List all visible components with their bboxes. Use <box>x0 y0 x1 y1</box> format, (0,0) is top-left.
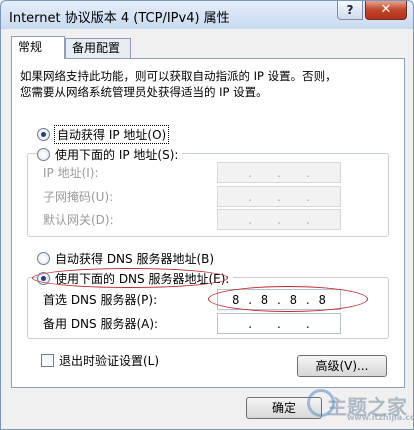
obtain-ip-auto-radio[interactable] <box>37 127 50 141</box>
alternate-dns-label: 备用 DNS 服务器(A): <box>43 317 159 331</box>
validate-on-exit-option[interactable]: 退出时验证设置(L) <box>41 352 159 369</box>
default-gateway-label: 默认网关(D): <box>43 213 114 227</box>
description-line-2: 您需要从网络系统管理员处获得适当的 IP 设置。 <box>20 85 268 99</box>
title-bar[interactable]: Internet 协议版本 4 (TCP/IPv4) 属性 ? ✕ <box>1 1 413 29</box>
obtain-dns-auto-option[interactable]: 自动获得 DNS 服务器地址(B) <box>37 249 214 267</box>
validate-on-exit-checkbox[interactable] <box>41 354 54 367</box>
validate-on-exit-label: 退出时验证设置(L) <box>59 354 160 368</box>
advanced-button[interactable]: 高级(V)... <box>297 355 387 377</box>
site-watermark: 主题之家 www.itzhijia.com <box>307 383 414 427</box>
obtain-dns-auto-label: 自动获得 DNS 服务器地址(B) <box>55 251 215 266</box>
red-annotation-ellipse-dns-option <box>32 268 228 288</box>
alternate-dns-input[interactable]: . . . <box>217 313 341 334</box>
red-annotation-ellipse-preferred-dns <box>208 286 368 312</box>
obtain-dns-auto-radio[interactable] <box>37 251 50 265</box>
description-line-1: 如果网络支持此功能，则可以获取自动指派的 IP 设置。否则， <box>20 69 337 83</box>
subnet-mask-label: 子网掩码(U): <box>43 190 114 204</box>
description-text: 如果网络支持此功能，则可以获取自动指派的 IP 设置。否则， 您需要从网络系统管… <box>20 68 380 100</box>
help-button[interactable]: ? <box>337 1 363 20</box>
tab-alternate-configuration[interactable]: 备用配置 <box>65 38 131 58</box>
window-title: Internet 协议版本 4 (TCP/IPv4) 属性 <box>9 11 230 26</box>
close-button[interactable]: ✕ <box>365 1 407 20</box>
preferred-dns-label: 首选 DNS 服务器(P): <box>43 293 158 307</box>
use-following-ip-option[interactable]: 使用下面的 IP 地址(S): <box>37 145 183 163</box>
ip-address-label: IP 地址(I): <box>43 166 99 180</box>
obtain-ip-auto-option[interactable]: 自动获得 IP 地址(O) <box>37 124 170 144</box>
use-following-ip-label: 使用下面的 IP 地址(S): <box>55 147 179 162</box>
obtain-ip-auto-label: 自动获得 IP 地址(O) <box>53 124 170 144</box>
tcpip-properties-dialog: Internet 协议版本 4 (TCP/IPv4) 属性 ? ✕ 常规 备用配… <box>0 0 414 430</box>
ip-address-input[interactable]: ... <box>217 162 341 183</box>
use-following-ip-radio[interactable] <box>37 147 50 161</box>
watermark-url: www.itzhijia.com <box>347 413 414 422</box>
subnet-mask-input[interactable]: ... <box>217 186 341 207</box>
tab-general[interactable]: 常规 <box>11 36 65 59</box>
default-gateway-input[interactable]: ... <box>217 209 341 230</box>
